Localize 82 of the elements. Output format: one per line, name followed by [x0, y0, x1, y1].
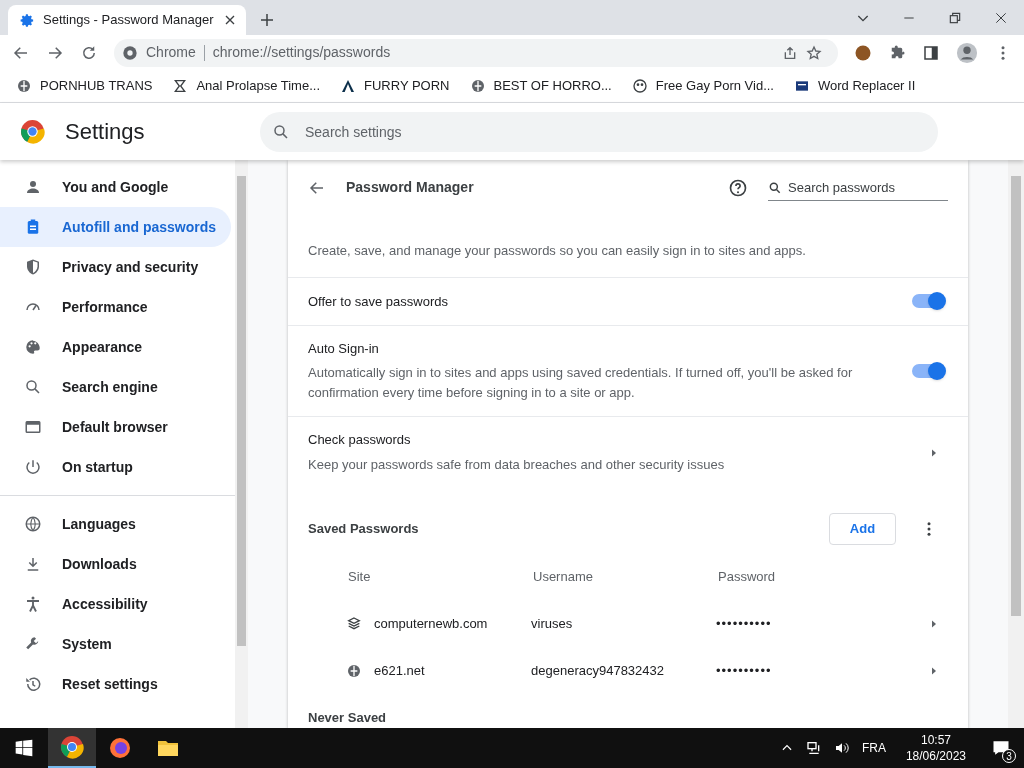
page-title: Settings [65, 118, 146, 146]
windows-logo-icon[interactable] [14, 738, 34, 758]
share-icon [782, 44, 798, 61]
palette-icon [24, 338, 42, 356]
tiles-icon [346, 615, 362, 632]
column-header: Site [348, 568, 372, 587]
column-header: Username [533, 568, 594, 587]
setting-title: Auto Sign-in [308, 339, 380, 358]
help-icon[interactable] [728, 177, 748, 198]
language-indicator[interactable]: FRA [861, 739, 886, 757]
column-header: Password [718, 568, 777, 587]
section-title: Password Manager [346, 178, 475, 198]
sidebar-item[interactable]: You and Google [0, 167, 231, 207]
bookmark[interactable]: PORNHUB TRANS [16, 76, 153, 96]
notification-count: 3 [1002, 749, 1016, 763]
sidebar-item[interactable]: Performance [0, 287, 231, 327]
sidebar-item[interactable]: System [0, 624, 231, 664]
sidebar-item[interactable]: Appearance [0, 327, 231, 367]
site-text: e621.net [374, 662, 425, 681]
bookmark[interactable]: Anal Prolapse Time... [172, 76, 320, 96]
section-heading: Never Saved [307, 709, 388, 728]
bookmark[interactable]: BEST OF HORRO... [469, 76, 612, 96]
address-bar[interactable]: Chrome chrome://settings/passwords [114, 38, 838, 67]
face-icon [631, 78, 648, 94]
profile-icon[interactable] [956, 41, 978, 64]
sidebar-item[interactable]: Reset settings [0, 664, 231, 704]
password-row[interactable]: e621.net degeneracy947832432 •••••••••• [288, 647, 968, 695]
sidebar-item[interactable]: Privacy and security [0, 247, 231, 287]
password-row[interactable]: computernewb.com viruses •••••••••• [288, 600, 968, 648]
sidebar-item[interactable]: Accessibility [0, 584, 231, 624]
site-text: computernewb.com [374, 615, 488, 634]
browser-tab[interactable]: Settings - Password Manager [8, 5, 246, 35]
search-icon [24, 378, 42, 396]
person-icon [24, 178, 42, 196]
clock[interactable]: 10:57 18/06/2023 [897, 732, 974, 764]
browser-window-icon [24, 418, 42, 436]
accessibility-icon [24, 595, 42, 613]
chrome-logo-icon [122, 44, 138, 61]
sidebar-item[interactable]: Default browser [0, 407, 231, 447]
search-passwords-field[interactable]: Search passwords [768, 174, 948, 201]
side-panel-icon[interactable] [922, 43, 940, 62]
sidebar-item[interactable]: On startup [0, 447, 231, 487]
setting-description: Automatically sign in to sites and apps using saved credentials. If turned off, you'll be asked for confirmation every time before signing in to a site or app. [308, 364, 854, 403]
sidebar-item[interactable]: Languages [0, 504, 231, 544]
username-text: viruses [531, 615, 574, 634]
scrollbar[interactable] [235, 160, 248, 728]
add-button[interactable]: Add [829, 512, 896, 545]
username-text: degeneracy947832432 [531, 662, 665, 681]
restore-icon[interactable] [948, 10, 962, 25]
window-icon [794, 78, 810, 94]
chrome-logo-icon [60, 735, 84, 759]
sidebar-item[interactable]: Search engine [0, 367, 231, 407]
bookmark[interactable]: FURRY PORN [340, 76, 450, 96]
password-text: •••••••••• [716, 615, 773, 634]
setting-title: Check passwords [308, 431, 412, 450]
search-icon [272, 122, 290, 141]
network-icon[interactable] [805, 740, 822, 756]
gear-icon [20, 12, 35, 28]
search-icon [768, 180, 782, 195]
plus-icon[interactable] [258, 11, 276, 29]
history-icon [24, 675, 42, 693]
description-text: Create, save, and manage your passwords so you can easily sign in to sites and apps. [308, 242, 806, 261]
setting-title: Offer to save passwords [308, 292, 449, 311]
sidebar-item[interactable]: Downloads [0, 544, 231, 584]
section-heading: Saved Passwords [308, 519, 420, 538]
chrome-logo-icon [20, 119, 45, 144]
toggle-switch[interactable] [912, 294, 944, 309]
volume-icon[interactable] [833, 740, 850, 756]
shield-icon [24, 258, 42, 276]
scrollbar[interactable] [1008, 160, 1024, 728]
star-icon [806, 44, 822, 61]
search-settings-field[interactable]: Search settings [260, 111, 938, 152]
setting-description: Keep your passwords safe from data breaches and other security issues [308, 455, 726, 474]
bookmark[interactable]: Free Gay Porn Vid... [631, 76, 774, 96]
bookmark[interactable]: Word Replacer II [794, 76, 916, 96]
toggle-switch[interactable] [912, 364, 944, 379]
taskbar-chrome-button[interactable] [48, 728, 96, 768]
extension-avatar-icon[interactable] [854, 43, 872, 62]
sidebar-item[interactable]: Autofill and passwords [0, 207, 231, 247]
triangle-logo-icon [340, 78, 356, 94]
power-icon [24, 458, 42, 476]
password-text: •••••••••• [716, 662, 773, 681]
